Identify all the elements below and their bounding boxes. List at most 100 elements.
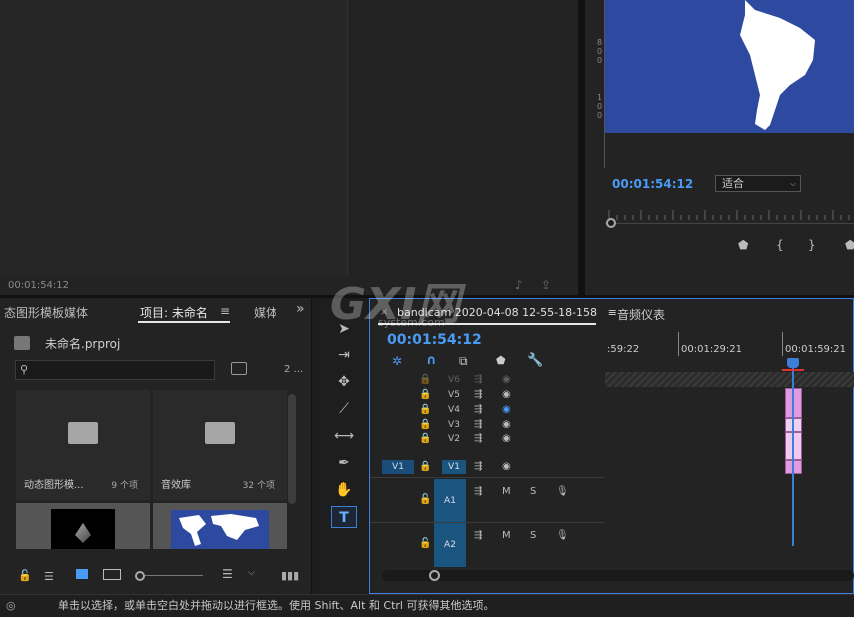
video-track-header[interactable]: 🔒 V5 ⇶ ◉ — [370, 388, 605, 402]
track-name[interactable]: V1 — [442, 460, 466, 474]
in-point-icon[interactable]: { — [776, 238, 784, 252]
sync-lock-icon[interactable]: ⇶ — [474, 485, 482, 499]
sync-lock-icon[interactable]: ⇶ — [474, 460, 482, 474]
eye-hidden-icon[interactable]: ◉ — [502, 403, 511, 417]
chevron-down-icon[interactable]: ⌵ — [248, 568, 255, 578]
track-select-tool[interactable]: ⇥ — [331, 344, 357, 366]
solo-button[interactable]: S — [530, 485, 536, 499]
black-clip-preview — [51, 509, 115, 549]
track-name[interactable]: V5 — [442, 388, 466, 402]
timeline-playhead-handle[interactable] — [787, 358, 799, 368]
sync-lock-icon[interactable]: ⇶ — [474, 529, 482, 543]
video-track-header[interactable]: 🔒 V6 ⇶ ◉ — [370, 373, 605, 387]
work-area-bar[interactable] — [605, 372, 854, 387]
track-name[interactable]: A2 — [434, 523, 466, 567]
audio-track-header[interactable]: 🔓 A1 ⇶ M S 🎙 — [370, 479, 605, 523]
track-name[interactable]: V4 — [442, 403, 466, 417]
audio-track-header[interactable]: 🔓 A2 ⇶ M S 🎙 — [370, 523, 605, 567]
bin-item[interactable]: 音效库 32 个项 — [153, 390, 287, 500]
next-icon[interactable]: ⬟ — [845, 238, 854, 252]
track-name[interactable]: V2 — [442, 432, 466, 446]
snap-icon[interactable]: ∩ — [426, 353, 437, 368]
bin-item[interactable]: 动态图形模... 9 个项 — [16, 390, 150, 500]
freeform-view-icon[interactable] — [103, 569, 121, 580]
zoom-slider-handle[interactable] — [135, 571, 145, 581]
panel-overflow-icon[interactable]: » — [296, 301, 305, 317]
timeline-timecode[interactable]: 00:01:54:12 — [387, 332, 482, 348]
ruler-major-tick — [678, 332, 679, 356]
status-icon: ◎ — [6, 599, 16, 612]
eye-icon[interactable]: ◉ — [502, 418, 511, 432]
world-map-shape — [179, 514, 259, 546]
mute-button[interactable]: M — [502, 529, 511, 543]
add-marker-icon[interactable]: ⬟ — [496, 354, 506, 367]
linked-selection-icon[interactable]: ⧉ — [459, 354, 468, 369]
hand-tool[interactable]: ✋ — [331, 479, 357, 501]
lock-icon[interactable]: 🔒 — [419, 403, 431, 417]
marker-icon[interactable]: ⬟ — [738, 238, 748, 252]
track-name[interactable]: V3 — [442, 418, 466, 432]
media-thumbnail[interactable] — [153, 503, 287, 549]
icon-view-icon[interactable] — [76, 569, 88, 579]
media-thumbnail[interactable] — [16, 503, 150, 549]
tab-menu-icon[interactable]: ≡ — [220, 304, 230, 318]
zoom-fit-select[interactable]: 适合 ⌵ — [715, 175, 801, 192]
sync-lock-icon[interactable]: ⇶ — [474, 373, 482, 387]
wrench-icon[interactable]: 🔧 — [527, 353, 543, 368]
tab-motion-graphics[interactable]: 态图形模板媒体 — [4, 304, 88, 321]
write-lock-icon[interactable]: 🔓 — [18, 569, 32, 582]
track-name[interactable]: V6 — [442, 373, 466, 387]
mute-button[interactable]: M — [502, 485, 511, 499]
video-track-header[interactable]: 🔒 V3 ⇶ ◉ — [370, 418, 605, 432]
sort-icon[interactable]: ☰ — [222, 567, 233, 581]
sync-lock-icon[interactable]: ⇶ — [474, 432, 482, 446]
eye-icon[interactable]: ◉ — [502, 373, 511, 387]
tab-media[interactable]: 媒体 — [254, 304, 276, 321]
lock-icon[interactable]: 🔒 — [419, 460, 431, 474]
timeline-horizontal-scrollbar[interactable] — [382, 570, 854, 581]
program-scrub-bar[interactable] — [605, 208, 854, 224]
razor-tool[interactable]: ⟋ — [331, 398, 357, 420]
lock-icon[interactable]: 🔒 — [419, 418, 431, 432]
lock-icon[interactable]: 🔒 — [419, 432, 431, 446]
ripple-edit-tool[interactable]: ✥ — [331, 371, 357, 393]
tab-audio-meters[interactable]: 音频仪表 — [617, 306, 665, 323]
project-search-input[interactable]: ⚲ — [15, 360, 215, 380]
eye-icon[interactable]: ◉ — [502, 388, 511, 402]
lock-icon[interactable]: 🔒 — [419, 388, 431, 402]
lock-icon[interactable]: 🔓 — [419, 493, 431, 507]
eye-icon[interactable]: ◉ — [502, 460, 511, 474]
tab-project[interactable]: 项目: 未命名 — [140, 304, 208, 321]
source-patch-v1[interactable]: V1 — [382, 460, 414, 474]
sync-lock-icon[interactable]: ⇶ — [474, 403, 482, 417]
list-view-icon[interactable]: ☰ — [44, 570, 54, 583]
video-track-header[interactable]: 🔒 V2 ⇶ ◉ — [370, 432, 605, 446]
export-frame-icon[interactable]: ♪ — [515, 278, 523, 292]
program-playhead-handle[interactable] — [606, 218, 616, 228]
nest-icon[interactable]: ✲ — [392, 354, 402, 368]
type-tool[interactable]: T — [331, 506, 357, 528]
slip-tool[interactable]: ⟷ — [331, 425, 357, 447]
lock-icon[interactable]: 🔒 — [419, 373, 431, 387]
video-track-header[interactable]: 🔒 V4 ⇶ ◉ — [370, 403, 605, 417]
program-timecode[interactable]: 00:01:54:12 — [612, 177, 693, 191]
zoom-slider-track[interactable] — [145, 575, 203, 576]
source-timecode[interactable]: 00:01:54:12 — [8, 280, 69, 291]
track-name[interactable]: A1 — [434, 479, 466, 523]
solo-button[interactable]: S — [530, 529, 536, 543]
pen-tool[interactable]: ✒ — [331, 452, 357, 474]
new-bin-icon[interactable] — [231, 362, 247, 375]
timeline-playhead-line[interactable] — [792, 358, 794, 546]
lock-icon[interactable]: 🔓 — [419, 537, 431, 551]
eye-icon[interactable]: ◉ — [502, 432, 511, 446]
microphone-icon[interactable]: 🎙 — [556, 485, 569, 499]
sync-lock-icon[interactable]: ⇶ — [474, 418, 482, 432]
automate-icon[interactable]: ▮▮▮ — [281, 569, 299, 582]
timeline-ruler[interactable]: :59:22 00:01:29:21 00:01:59:21 — [605, 326, 854, 370]
scrollbar-zoom-handle[interactable] — [429, 570, 440, 581]
microphone-icon[interactable]: 🎙 — [556, 529, 569, 543]
out-point-icon[interactable]: } — [808, 238, 816, 252]
insert-icon[interactable]: ⇪ — [541, 278, 551, 292]
project-scrollbar[interactable] — [288, 394, 296, 504]
sync-lock-icon[interactable]: ⇶ — [474, 388, 482, 402]
